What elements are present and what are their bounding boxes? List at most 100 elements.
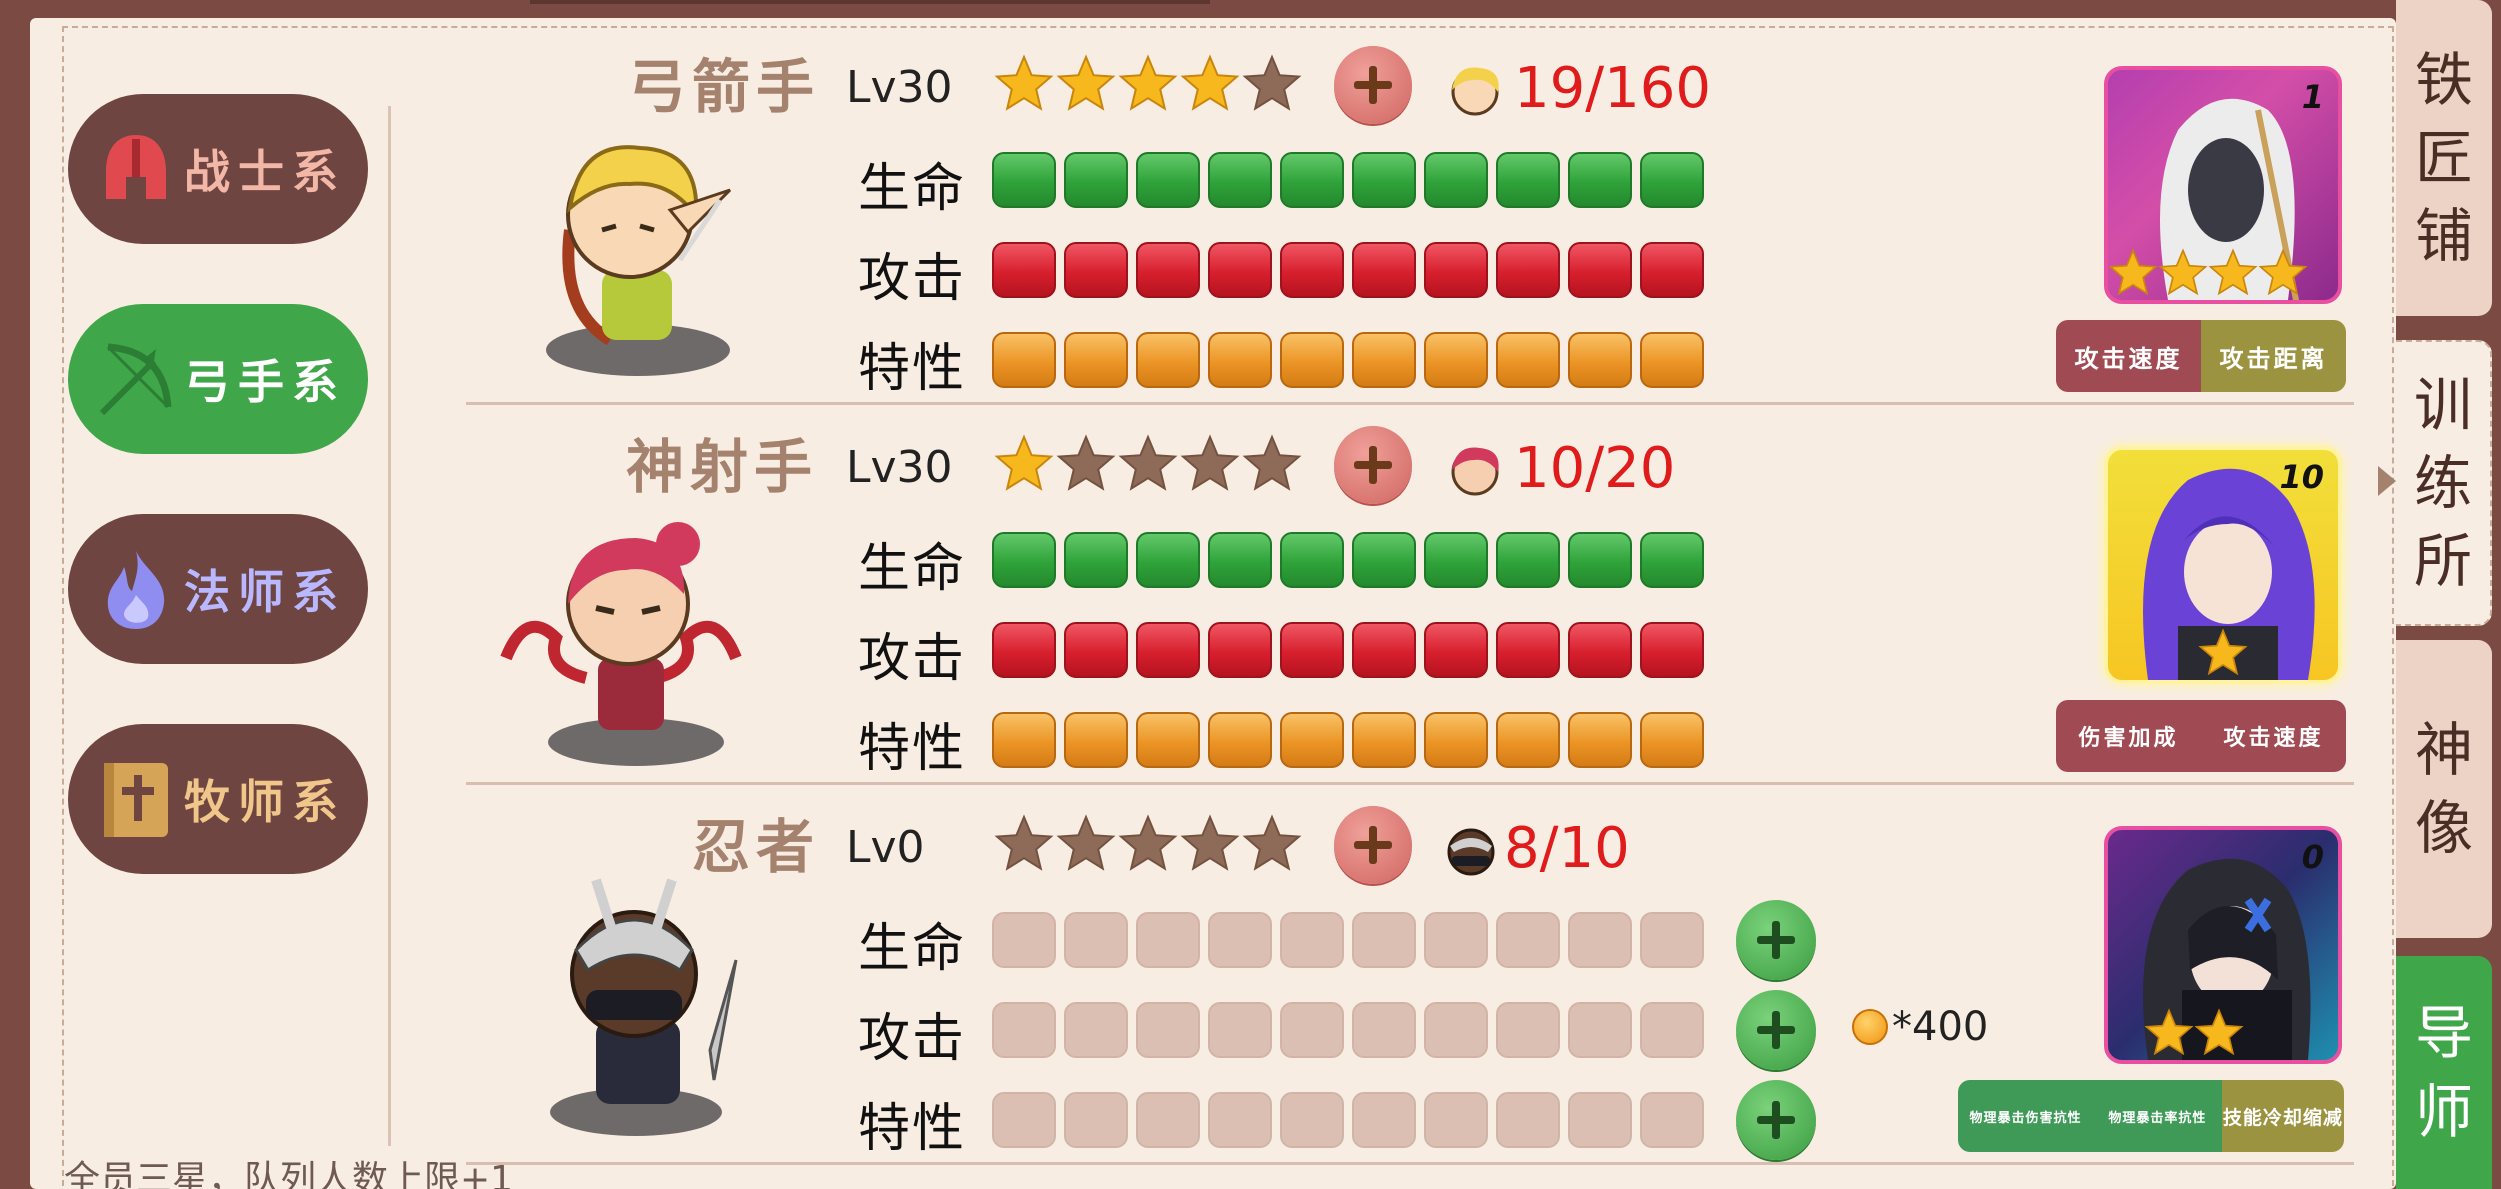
skill-tag: 攻击速度 — [2201, 700, 2346, 772]
stat-pip-empty — [1352, 1092, 1416, 1148]
stat-pip-filled — [1064, 332, 1128, 388]
cross-book-icon — [94, 757, 178, 841]
fragment-counter: 19/160 — [1444, 56, 1711, 121]
stat-pip-filled — [992, 242, 1056, 298]
stat-label-trait: 特性 — [858, 1099, 967, 1159]
star-empty-icon — [1180, 814, 1240, 871]
stat-pip-empty — [1352, 1002, 1416, 1058]
star-filled-icon — [994, 434, 1054, 491]
stat-pip-filled — [992, 332, 1056, 388]
star-filled-icon — [2258, 248, 2308, 296]
star-empty-icon — [1118, 814, 1178, 871]
stat-label-hp: 生命 — [858, 919, 967, 979]
fragment-count: 19/160 — [1514, 56, 1712, 121]
add-atk-button[interactable] — [1736, 990, 1816, 1070]
category-warrior-button[interactable]: 战士系 — [68, 94, 368, 244]
bow-icon — [94, 337, 178, 421]
stat-pip-filled — [1640, 242, 1704, 298]
stat-label-atk: 攻击 — [858, 249, 967, 309]
hero-skill-tags: 攻击速度 攻击距离 — [2056, 320, 2346, 392]
stat-pip-filled — [1064, 152, 1128, 208]
tab-training[interactable]: 训练所 — [2396, 340, 2492, 626]
stat-pip-empty — [1568, 1092, 1632, 1148]
trait-bar — [992, 1092, 1704, 1148]
flame-icon — [94, 547, 178, 631]
active-tab-arrow-icon — [2378, 466, 2396, 496]
tab-label: 铁匠铺 — [2414, 45, 2473, 271]
portrait-level-badge: 1 — [2301, 78, 2324, 116]
star-filled-icon — [2194, 1008, 2244, 1056]
portrait-level-badge: 0 — [2301, 838, 2324, 876]
hero-portrait[interactable]: 1 — [2104, 66, 2342, 304]
upgrade-cost: *400 — [1852, 1004, 1988, 1050]
star-empty-icon — [1118, 434, 1178, 491]
stat-pip-filled — [1568, 332, 1632, 388]
stat-pip-empty — [1496, 1002, 1560, 1058]
stat-pip-filled — [1640, 712, 1704, 768]
upgrade-star-button[interactable] — [1334, 426, 1412, 504]
upgrade-star-button[interactable] — [1334, 806, 1412, 884]
tab-label: 神像 — [2414, 715, 2473, 862]
category-label: 法师系 — [184, 565, 346, 619]
stat-pip-empty — [1136, 1092, 1200, 1148]
stat-pip-empty — [1352, 912, 1416, 968]
stat-pip-filled — [1640, 332, 1704, 388]
unit-star-rating — [994, 54, 1302, 114]
stat-pip-filled — [1352, 532, 1416, 588]
stat-pip-empty — [1640, 1002, 1704, 1058]
stat-pip-filled — [1424, 622, 1488, 678]
hp-bar — [992, 152, 1704, 208]
stat-pip-filled — [1208, 622, 1272, 678]
stat-pip-filled — [1424, 242, 1488, 298]
stat-pip-empty — [1064, 912, 1128, 968]
category-label: 牧师系 — [184, 775, 346, 829]
add-hp-button[interactable] — [1736, 900, 1816, 980]
star-empty-icon — [1056, 434, 1116, 491]
stat-pip-filled — [992, 532, 1056, 588]
stat-pip-filled — [1352, 242, 1416, 298]
tab-statue[interactable]: 神像 — [2396, 640, 2492, 938]
unit-star-rating — [994, 434, 1302, 494]
stat-pip-empty — [1280, 1092, 1344, 1148]
stat-pip-filled — [1208, 242, 1272, 298]
portrait-stars — [2144, 1008, 2244, 1058]
category-archer-button[interactable]: 弓手系 — [68, 304, 368, 454]
stat-pip-filled — [1208, 332, 1272, 388]
upgrade-star-button[interactable] — [1334, 46, 1412, 124]
star-filled-icon — [994, 54, 1054, 111]
star-filled-icon — [1118, 54, 1178, 111]
stat-pip-filled — [1136, 332, 1200, 388]
stat-pip-filled — [992, 622, 1056, 678]
stat-pip-filled — [1352, 622, 1416, 678]
stat-pip-empty — [1064, 1002, 1128, 1058]
stat-pip-empty — [992, 1002, 1056, 1058]
unit-sprite-sharpshooter — [486, 508, 756, 778]
stat-pip-filled — [1136, 152, 1200, 208]
category-mage-button[interactable]: 法师系 — [68, 514, 368, 664]
stat-pip-filled — [1064, 532, 1128, 588]
tab-mentor[interactable]: 导师 — [2396, 956, 2492, 1189]
portrait-level-badge: 10 — [2279, 458, 2324, 496]
hero-skill-tags: 伤害加成 攻击速度 — [2056, 700, 2346, 772]
stat-pip-empty — [992, 912, 1056, 968]
skill-tag: 物理暴击率抗性 — [2093, 1080, 2222, 1152]
skill-tag: 伤害加成 — [2056, 700, 2201, 772]
tab-blacksmith[interactable]: 铁匠铺 — [2396, 0, 2492, 316]
category-label: 战士系 — [184, 145, 346, 199]
stat-pip-filled — [1352, 152, 1416, 208]
star-empty-icon — [994, 814, 1054, 871]
star-empty-icon — [1180, 434, 1240, 491]
unit-level: Lv30 — [846, 442, 953, 493]
stat-pip-filled — [1568, 152, 1632, 208]
skill-tag: 攻击速度 — [2056, 320, 2201, 392]
stat-pip-filled — [1640, 622, 1704, 678]
stat-pip-empty — [992, 1092, 1056, 1148]
hero-portrait[interactable]: 0 — [2104, 826, 2342, 1064]
coin-icon — [1852, 1009, 1888, 1045]
category-priest-button[interactable]: 牧师系 — [68, 724, 368, 874]
stat-pip-filled — [992, 712, 1056, 768]
hero-portrait[interactable]: 10 — [2104, 446, 2342, 684]
add-trait-button[interactable] — [1736, 1080, 1816, 1160]
star-filled-icon — [1180, 54, 1240, 111]
plus-icon — [1354, 446, 1392, 484]
